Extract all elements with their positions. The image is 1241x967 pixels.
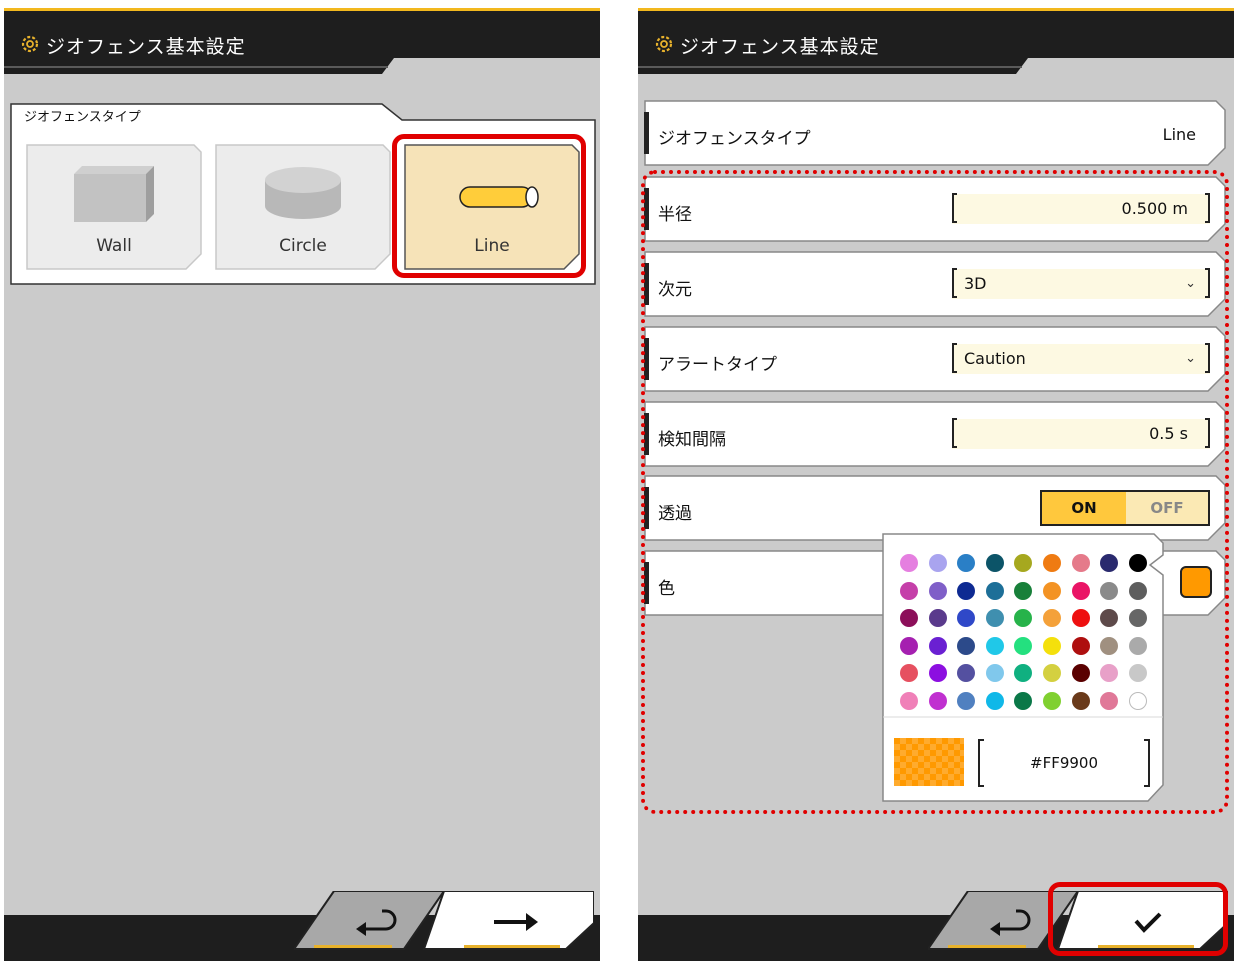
type-label: Circle: [279, 236, 327, 256]
type-label: Wall: [96, 236, 132, 256]
return-arrow-icon: [356, 909, 397, 936]
type-value: Line: [1162, 125, 1196, 144]
cylinder-icon: [265, 167, 341, 219]
right-arrow-icon: [494, 913, 538, 931]
page-title: ジオフェンス基本設定: [680, 36, 880, 58]
screen-right: ジオフェンス基本設定 ジオフェンスタイプ Line 半径 0.500 m 次元 …: [638, 8, 1234, 961]
selection-highlight: [392, 134, 586, 278]
row-marker: [644, 112, 649, 154]
return-arrow-icon: [990, 909, 1031, 936]
settings-highlight: [641, 170, 1229, 814]
page-title: ジオフェンス基本設定: [46, 36, 246, 58]
section-label: ジオフェンスタイプ: [24, 110, 141, 125]
confirm-highlight: [1048, 882, 1228, 956]
geofence-type-row: ジオフェンスタイプ Line: [644, 100, 1226, 166]
bottom-nav-buttons: [294, 891, 594, 951]
row-label: ジオフェンスタイプ: [658, 129, 811, 149]
back-button[interactable]: [976, 905, 1036, 939]
type-card-wall[interactable]: Wall: [26, 144, 202, 270]
type-card-circle[interactable]: Circle: [215, 144, 391, 270]
next-button[interactable]: [480, 905, 550, 939]
wall-icon: [74, 166, 154, 222]
screen-left: ジオフェンス基本設定 ジオフェンスタイプ Wall Circle Line: [4, 8, 600, 961]
title-bar: ジオフェンス基本設定: [4, 8, 600, 74]
title-bar: ジオフェンス基本設定: [638, 8, 1234, 74]
back-button[interactable]: [342, 905, 402, 939]
